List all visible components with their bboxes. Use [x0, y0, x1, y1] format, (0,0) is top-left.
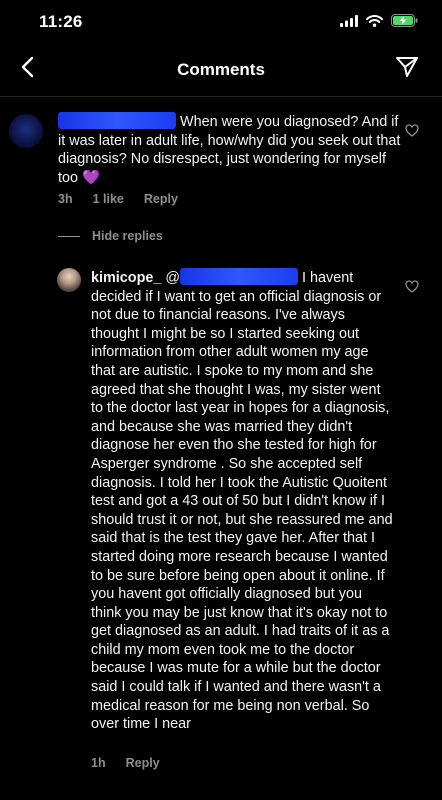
hide-replies-toggle[interactable]: Hide replies [58, 229, 163, 243]
comment-like-count[interactable]: 1 like [93, 192, 124, 206]
reply-text: kimicope_ @ I havent decided if I want t… [91, 268, 393, 734]
header-bar: Comments [0, 48, 442, 92]
status-time: 11:26 [39, 12, 83, 31]
header-divider [0, 96, 442, 97]
reply-like-button[interactable] [402, 279, 422, 299]
redacted-username [58, 112, 176, 129]
like-button[interactable] [402, 123, 422, 143]
share-button[interactable] [392, 54, 422, 84]
mention-prefix: @ [165, 270, 180, 286]
signal-icon [340, 14, 358, 32]
reply-timestamp: 1h [91, 756, 106, 770]
reply-avatar[interactable] [57, 268, 81, 292]
hide-replies-label: Hide replies [92, 229, 163, 243]
comment-meta: 3h 1 like Reply [58, 192, 178, 206]
heart-icon [405, 280, 419, 298]
reply-button[interactable]: Reply [144, 192, 178, 206]
comment-text: When were you diagnosed? And if it was l… [58, 112, 403, 187]
status-bar: 11:26 [0, 0, 442, 48]
wifi-icon [366, 14, 383, 32]
replies-divider-line [58, 235, 80, 237]
reply-button[interactable]: Reply [126, 756, 160, 770]
reply-username[interactable]: kimicope_ [91, 270, 161, 286]
battery-charging-icon [391, 14, 418, 32]
reply-body: I havent decided if I want to get an off… [91, 270, 393, 733]
avatar[interactable] [9, 114, 43, 148]
page-title: Comments [177, 60, 265, 79]
comment-timestamp: 3h [58, 192, 73, 206]
redacted-mention [180, 268, 298, 285]
reply-meta: 1h Reply [91, 756, 160, 770]
status-icons [340, 14, 418, 32]
paper-plane-icon [395, 56, 419, 83]
heart-icon [405, 124, 419, 142]
